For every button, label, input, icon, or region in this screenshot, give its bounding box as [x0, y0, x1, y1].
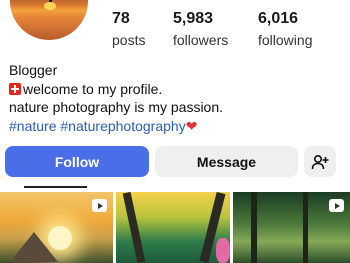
message-button[interactable]: Message — [155, 146, 298, 177]
posts-stat[interactable]: 78 posts — [112, 10, 145, 48]
followers-count: 5,983 — [173, 10, 214, 27]
followers-label: followers — [173, 32, 229, 48]
profile-avatar[interactable] — [10, 0, 88, 40]
profile-bio: Blogger welcome to my profile. nature ph… — [9, 61, 223, 135]
reel-icon — [92, 199, 107, 212]
bio-hashtags: #nature #naturephotography❤ — [9, 117, 223, 136]
sunset-mountain-photo[interactable] — [0, 192, 113, 263]
swiss-flag-icon — [9, 82, 21, 95]
bio-line-2: nature photography is my passion. — [9, 99, 224, 115]
posts-label: posts — [112, 32, 146, 48]
hashtag-links[interactable]: #nature #naturephotography — [9, 118, 186, 134]
add-person-button[interactable] — [304, 146, 336, 177]
follow-button[interactable]: Follow — [5, 146, 149, 177]
bio-line-1: welcome to my profile. — [9, 80, 223, 99]
followers-stat[interactable]: 5,983 followers — [173, 10, 228, 48]
posts-count: 78 — [112, 10, 130, 27]
green-forest-photo[interactable] — [233, 192, 350, 263]
add-person-icon — [311, 154, 329, 169]
following-stat[interactable]: 6,016 following — [258, 10, 312, 48]
reel-icon — [329, 199, 344, 212]
red-heart-icon: ❤ — [185, 117, 198, 134]
profile-category: Blogger — [9, 62, 58, 78]
colorful-forest-photo[interactable] — [116, 192, 230, 263]
following-count: 6,016 — [258, 10, 299, 27]
following-label: following — [258, 32, 313, 48]
posts-tab-indicator — [24, 186, 87, 188]
